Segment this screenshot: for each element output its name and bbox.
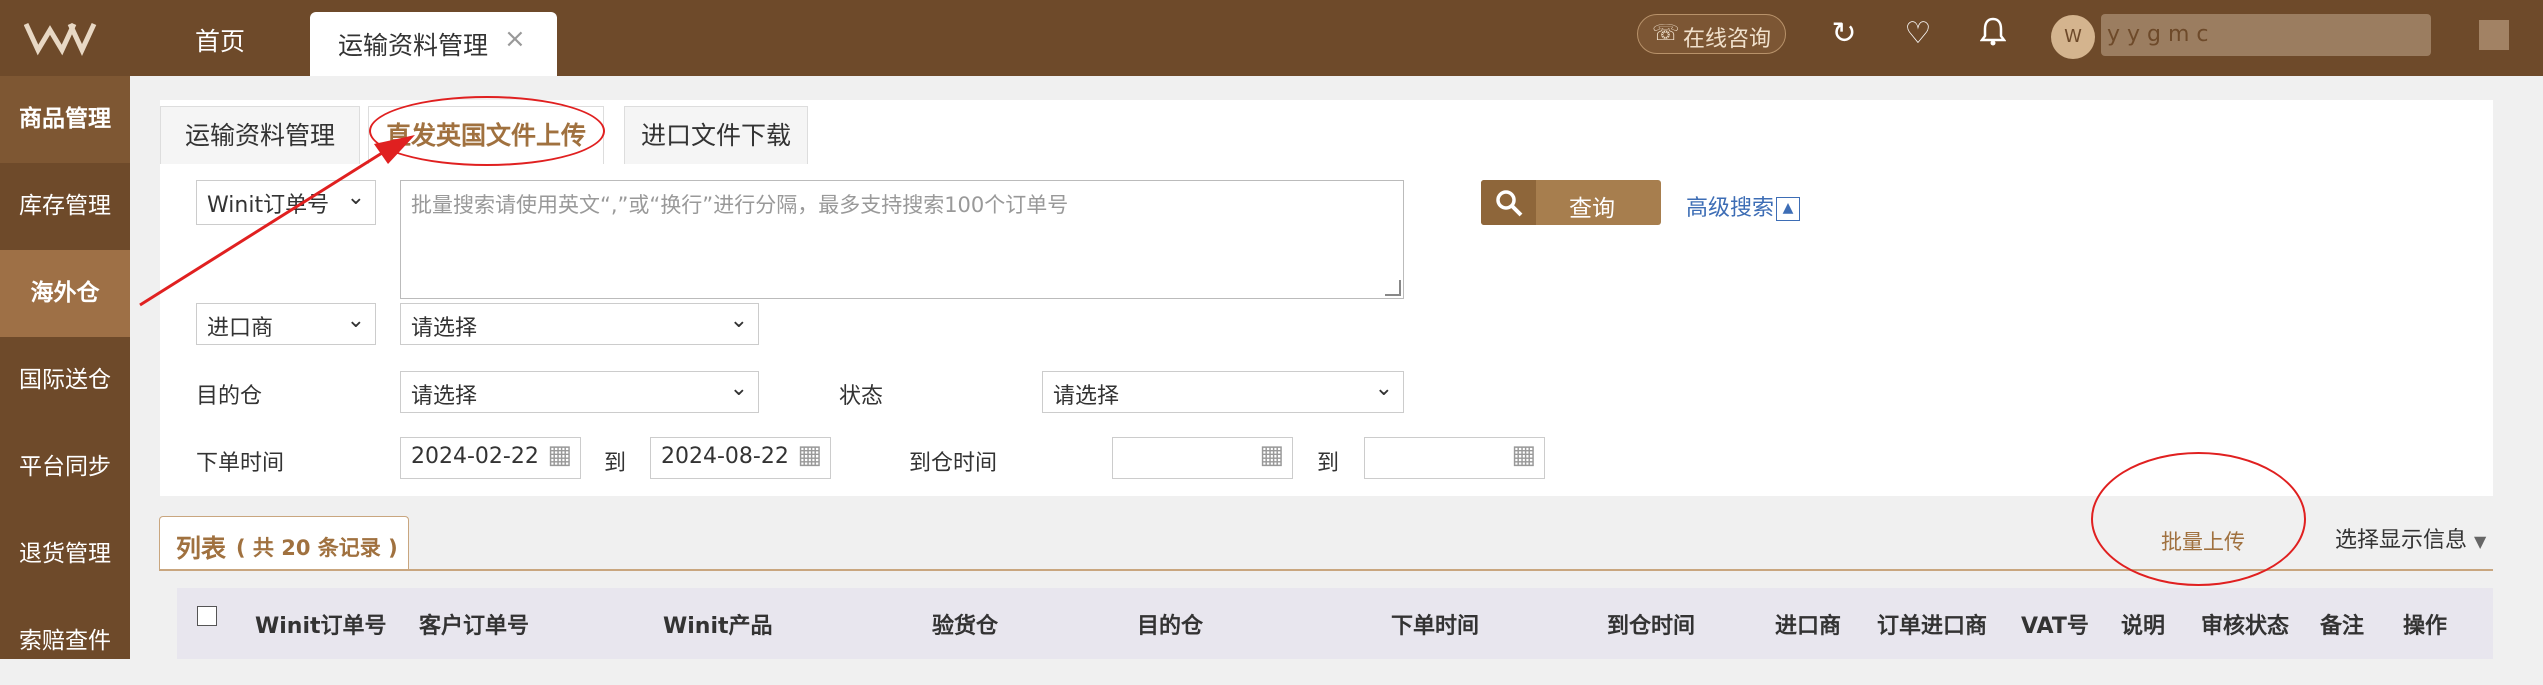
- online-consult-button[interactable]: ☏ 在线咨询: [1637, 14, 1786, 54]
- advanced-search-link[interactable]: 高级搜索 ▲: [1686, 190, 1801, 222]
- avatar[interactable]: W: [2051, 15, 2095, 59]
- annotation-arrow: [139, 135, 415, 307]
- select-all-checkbox[interactable]: [197, 606, 217, 626]
- dest-warehouse-value: 请选择: [411, 384, 478, 409]
- sidebar: 商品管理 库存管理 海外仓 国际送仓 平台同步 退货管理 索赔查件: [0, 76, 130, 659]
- sidebar-item-overseas-warehouse[interactable]: 海外仓: [0, 250, 130, 337]
- resize-handle-icon[interactable]: [1385, 280, 1401, 296]
- order-time-from-input[interactable]: 2024-02-22 ▦: [400, 437, 581, 479]
- search-icon: [1481, 180, 1536, 225]
- sidebar-item-inventory[interactable]: 库存管理: [0, 163, 130, 250]
- list-title: 列表: [176, 534, 227, 563]
- username[interactable]: y y g m c: [2101, 14, 2431, 56]
- dest-warehouse-label: 目的仓: [196, 384, 263, 409]
- order-time-from-value: 2024-02-22: [411, 444, 539, 469]
- chevron-down-icon: ⌄: [346, 308, 365, 333]
- status-select[interactable]: 请选择 ⌄: [1042, 371, 1404, 413]
- col-winit-product[interactable]: Winit产品: [663, 608, 773, 640]
- top-bar: 首页 运输资料管理 × ☏ 在线咨询 ↻ ♡ W y y g m c: [0, 0, 2543, 76]
- order-number-textarea[interactable]: 批量搜索请使用英文“,”或“换行”进行分隔，最多支持搜索100个订单号: [400, 180, 1404, 299]
- calendar-icon: ▦: [547, 440, 572, 470]
- tab-home[interactable]: 首页: [170, 0, 270, 76]
- status-label: 状态: [839, 384, 884, 409]
- order-time-to-label: 到: [604, 451, 627, 476]
- col-description[interactable]: 说明: [2121, 608, 2165, 640]
- importer-select[interactable]: 请选择 ⌄: [400, 303, 759, 345]
- table-header: Winit订单号 客户订单号 Winit产品 验货仓 目的仓 下单时间 到仓时间…: [177, 588, 2493, 659]
- sidebar-item-platform-sync[interactable]: 平台同步: [0, 424, 130, 511]
- list-count: ( 共 20 条记录 ): [236, 536, 398, 560]
- order-time-label: 下单时间: [196, 451, 285, 476]
- show-columns-dropdown[interactable]: 选择显示信息 ▼: [2335, 522, 2486, 554]
- importer-type-value: 进口商: [207, 316, 274, 341]
- calendar-icon: ▦: [1511, 440, 1536, 470]
- winit-logo-icon[interactable]: [24, 20, 104, 56]
- col-winit-order[interactable]: Winit订单号: [255, 608, 387, 640]
- subtab-import-download[interactable]: 进口文件下载: [624, 106, 808, 164]
- show-columns-label: 选择显示信息: [2335, 528, 2468, 553]
- dest-warehouse-select[interactable]: 请选择 ⌄: [400, 371, 759, 413]
- tab-transport-info[interactable]: 运输资料管理 ×: [310, 12, 557, 76]
- sidebar-item-international-delivery[interactable]: 国际送仓: [0, 337, 130, 424]
- chevron-down-icon: ⌄: [1374, 376, 1393, 401]
- col-vat[interactable]: VAT号: [2021, 608, 2089, 640]
- list-tab[interactable]: 列表 ( 共 20 条记录 ): [159, 516, 409, 570]
- col-remark[interactable]: 备注: [2320, 608, 2364, 640]
- col-order-time[interactable]: 下单时间: [1391, 608, 1479, 640]
- service-icon[interactable]: ♡: [1898, 16, 1938, 51]
- order-time-to-value: 2024-08-22: [661, 444, 789, 469]
- order-time-to-input[interactable]: 2024-08-22 ▦: [650, 437, 831, 479]
- calendar-icon: ▦: [797, 440, 822, 470]
- headset-icon: ☏: [1652, 21, 1680, 46]
- sidebar-item-claims[interactable]: 索赔查件: [0, 598, 130, 685]
- importer-value: 请选择: [411, 316, 478, 341]
- sidebar-item-products[interactable]: 商品管理: [0, 76, 130, 163]
- col-arrive-time[interactable]: 到仓时间: [1607, 608, 1695, 640]
- advanced-search-label: 高级搜索: [1686, 196, 1775, 221]
- col-dest-warehouse[interactable]: 目的仓: [1137, 608, 1203, 640]
- arrive-time-to-label: 到: [1317, 451, 1340, 476]
- arrive-time-label: 到仓时间: [909, 451, 998, 476]
- col-review-status[interactable]: 审核状态: [2201, 608, 2289, 640]
- calendar-icon: ▦: [1259, 440, 1284, 470]
- tab-transport-info-label: 运输资料管理: [338, 31, 489, 60]
- query-button[interactable]: 查询: [1481, 180, 1661, 225]
- collapse-toggle-icon: ▲: [1776, 197, 1801, 221]
- arrive-time-to-input[interactable]: ▦: [1364, 437, 1545, 479]
- online-consult-label: 在线咨询: [1683, 27, 1772, 52]
- annotation-ellipse-batch-upload: [2091, 452, 2306, 586]
- col-importer[interactable]: 进口商: [1775, 608, 1841, 640]
- fullscreen-icon[interactable]: [2479, 20, 2509, 50]
- chevron-down-icon: ⌄: [729, 376, 748, 401]
- col-actions[interactable]: 操作: [2403, 608, 2447, 640]
- chevron-down-icon: ⌄: [729, 308, 748, 333]
- arrive-time-from-input[interactable]: ▦: [1112, 437, 1293, 479]
- bell-icon[interactable]: [1973, 16, 2013, 54]
- col-customer-order[interactable]: 客户订单号: [419, 608, 529, 640]
- col-order-importer[interactable]: 订单进口商: [1877, 608, 1987, 640]
- order-number-placeholder: 批量搜索请使用英文“,”或“换行”进行分隔，最多支持搜索100个订单号: [411, 193, 1069, 217]
- close-icon[interactable]: ×: [504, 24, 526, 54]
- caret-down-icon: ▼: [2474, 532, 2487, 551]
- refresh-icon[interactable]: ↻: [1824, 16, 1864, 51]
- query-button-label: 查询: [1569, 196, 1615, 222]
- sidebar-item-returns[interactable]: 退货管理: [0, 511, 130, 598]
- col-inspection-warehouse[interactable]: 验货仓: [932, 608, 998, 640]
- status-value: 请选择: [1053, 384, 1120, 409]
